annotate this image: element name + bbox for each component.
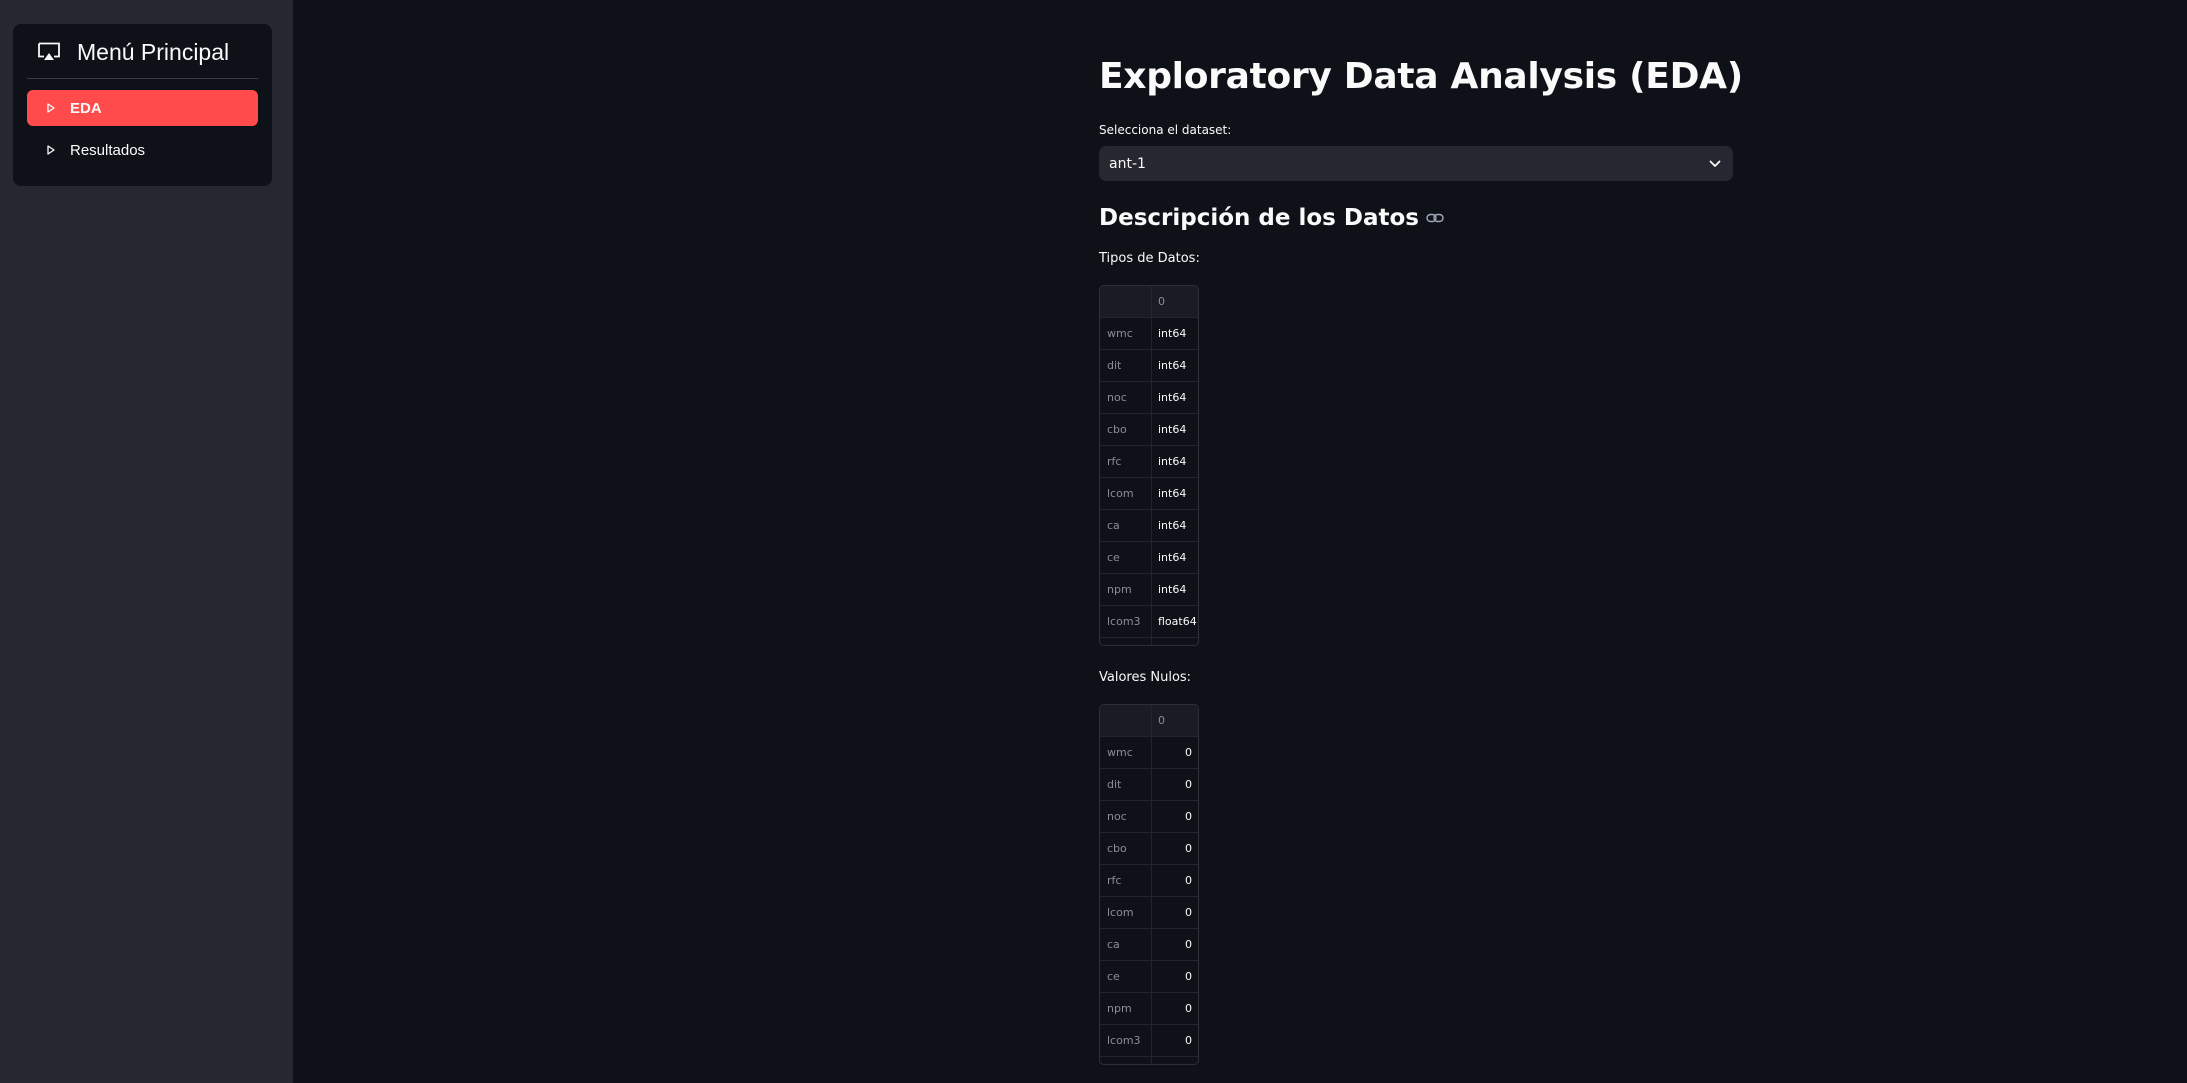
table-header-row: 0: [1100, 705, 1198, 737]
types-dataframe[interactable]: 0 wmc int64 dit int64 noc int64 cbo int6…: [1099, 285, 1199, 646]
index-header-cell: [1100, 286, 1152, 317]
cell-value: float64: [1158, 615, 1197, 628]
cell-value: int64: [1158, 487, 1187, 500]
row-index: ca: [1100, 929, 1152, 960]
row-index: rfc: [1100, 446, 1152, 477]
cell-value: int64: [1158, 327, 1187, 340]
menu-item-eda[interactable]: EDA: [27, 90, 258, 126]
table-row: wmc int64: [1100, 318, 1198, 350]
table-row: npm 0: [1100, 993, 1198, 1025]
row-index: wmc: [1100, 737, 1152, 768]
table-row: ca int64: [1100, 510, 1198, 542]
index-header-cell: [1100, 705, 1152, 736]
cell-value: 0: [1185, 874, 1192, 887]
option-menu: Menú Principal EDA Resultados: [13, 24, 272, 186]
row-index: cbo: [1100, 414, 1152, 445]
table-row: npm int64: [1100, 574, 1198, 606]
row-index: npm: [1100, 574, 1152, 605]
page-title: Exploratory Data Analysis (EDA): [1099, 56, 1743, 97]
dataset-select[interactable]: ant-1: [1099, 146, 1733, 181]
table-row: dit 0: [1100, 769, 1198, 801]
caret-right-icon: [27, 103, 70, 113]
row-index: dit: [1100, 350, 1152, 381]
types-label: Tipos de Datos:: [1099, 251, 1200, 266]
cell-value: int64: [1158, 359, 1187, 372]
row-index: rfc: [1100, 865, 1152, 896]
table-row: lcom 0: [1100, 897, 1198, 929]
row-index: ce: [1100, 961, 1152, 992]
menu-divider: [27, 78, 258, 79]
menu-item-label: Resultados: [70, 141, 146, 159]
table-row: wmc 0: [1100, 737, 1198, 769]
row-index: dit: [1100, 769, 1152, 800]
dataset-select-label: Selecciona el dataset:: [1099, 123, 1232, 137]
cell-value: int64: [1158, 519, 1187, 532]
dataset-select-value: ant-1: [1109, 155, 1146, 172]
section-heading: Descripción de los Datos: [1099, 205, 1444, 231]
column-header-cell[interactable]: 0: [1152, 705, 1198, 736]
menu-header: Menú Principal: [37, 38, 230, 65]
row-index: lcom3: [1100, 1025, 1152, 1056]
row-index: lcom: [1100, 897, 1152, 928]
table-empty-row: [1100, 638, 1198, 645]
menu-title: Menú Principal: [77, 38, 230, 65]
table-row: cbo int64: [1100, 414, 1198, 446]
table-empty-row: [1100, 1057, 1198, 1064]
sidebar: Menú Principal EDA Resultados: [0, 0, 293, 1083]
cell-value: 0: [1185, 906, 1192, 919]
cell-value: int64: [1158, 423, 1187, 436]
row-index: ce: [1100, 542, 1152, 573]
cell-value: 0: [1185, 842, 1192, 855]
table-row: ce 0: [1100, 961, 1198, 993]
menu-item-resultados[interactable]: Resultados: [27, 132, 258, 168]
row-index: noc: [1100, 382, 1152, 413]
table-row: lcom3 0: [1100, 1025, 1198, 1057]
table-row: noc 0: [1100, 801, 1198, 833]
row-index: [1100, 1057, 1152, 1064]
row-index: [1100, 638, 1152, 645]
row-index: noc: [1100, 801, 1152, 832]
nulls-label: Valores Nulos:: [1099, 670, 1192, 685]
cell-value: int64: [1158, 391, 1187, 404]
table-row: noc int64: [1100, 382, 1198, 414]
row-index: lcom3: [1100, 606, 1152, 637]
table-row: cbo 0: [1100, 833, 1198, 865]
table-row: ce int64: [1100, 542, 1198, 574]
table-row: rfc int64: [1100, 446, 1198, 478]
cell-value: int64: [1158, 551, 1187, 564]
cell-value: int64: [1158, 583, 1187, 596]
cell-value: [1152, 638, 1198, 645]
row-index: ca: [1100, 510, 1152, 541]
chevron-down-icon: [1709, 160, 1721, 168]
row-index: wmc: [1100, 318, 1152, 349]
row-index: lcom: [1100, 478, 1152, 509]
section-title: Descripción de los Datos: [1099, 205, 1419, 231]
caret-right-icon: [27, 145, 70, 155]
link-icon[interactable]: [1426, 213, 1444, 223]
table-header-row: 0: [1100, 286, 1198, 318]
cell-value: 0: [1185, 746, 1192, 759]
menu-item-label: EDA: [70, 99, 102, 117]
cell-value: 0: [1185, 1002, 1192, 1015]
column-header-cell[interactable]: 0: [1152, 286, 1198, 317]
table-row: dit int64: [1100, 350, 1198, 382]
cell-value: 0: [1185, 778, 1192, 791]
cell-value: 0: [1185, 1034, 1192, 1047]
cell-value: 0: [1185, 938, 1192, 951]
cast-icon: [37, 42, 61, 62]
table-row: lcom int64: [1100, 478, 1198, 510]
row-index: cbo: [1100, 833, 1152, 864]
cell-value: 0: [1185, 810, 1192, 823]
cell-value: 0: [1185, 970, 1192, 983]
row-index: npm: [1100, 993, 1152, 1024]
cell-value: [1152, 1057, 1198, 1064]
table-row: lcom3 float64: [1100, 606, 1198, 638]
table-row: rfc 0: [1100, 865, 1198, 897]
nulls-dataframe[interactable]: 0 wmc 0 dit 0 noc 0 cbo 0 rfc 0 lcom 0 c…: [1099, 704, 1199, 1065]
cell-value: int64: [1158, 455, 1187, 468]
table-row: ca 0: [1100, 929, 1198, 961]
